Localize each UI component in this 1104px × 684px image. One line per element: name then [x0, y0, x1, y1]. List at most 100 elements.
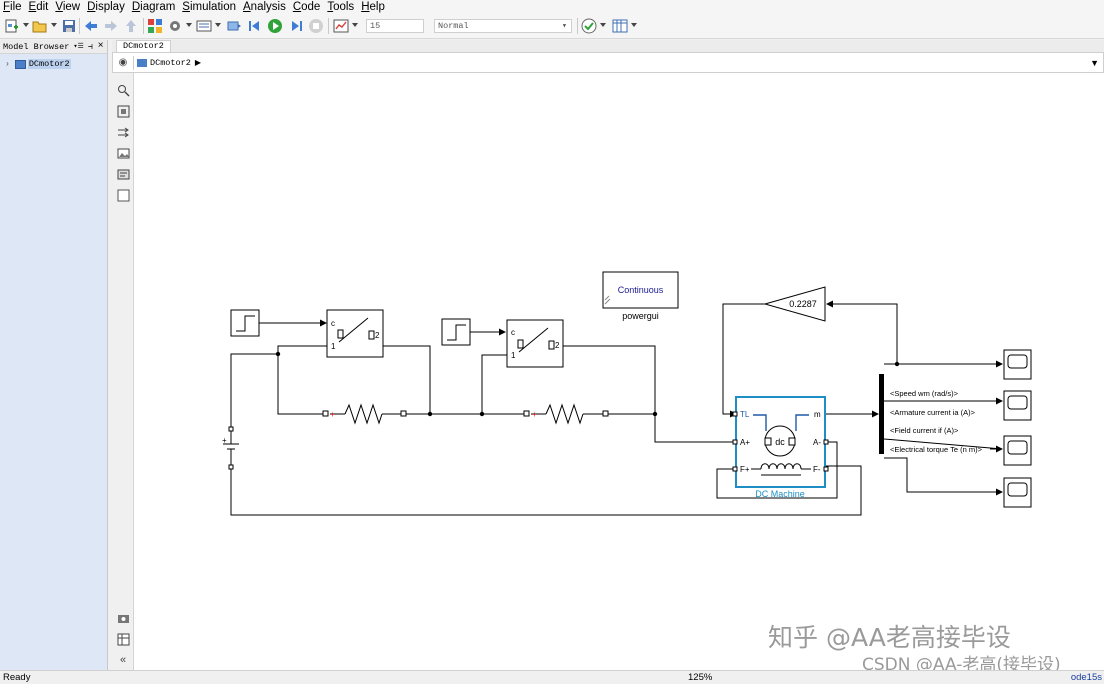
menu-help[interactable]: Help — [358, 0, 389, 14]
timing-icon[interactable] — [611, 17, 629, 35]
run-icon[interactable] — [266, 17, 284, 35]
machine-name: DC Machine — [755, 489, 805, 499]
menu-code[interactable]: Code — [290, 0, 325, 14]
menu-tools[interactable]: Tools — [324, 0, 358, 14]
back-icon[interactable] — [82, 17, 100, 35]
menu-analysis[interactable]: Analysis — [240, 0, 290, 14]
model-canvas[interactable]: c 1 2 c 1 2 + + + Continuous powergui 0.… — [134, 73, 1104, 670]
open-icon[interactable] — [31, 17, 49, 35]
stop-time-input[interactable]: 15 — [366, 19, 424, 33]
menu-file[interactable]: File — [0, 0, 26, 14]
port-f-plus-label: F+ — [740, 465, 750, 474]
port-1-label: 1 — [331, 342, 336, 351]
breaker-block-1[interactable]: c 1 2 — [326, 309, 384, 358]
address-bar: ◉ DCmotor2 ▶ ▼ — [112, 52, 1104, 73]
scope-block-4[interactable] — [1003, 477, 1032, 508]
step-block-2[interactable] — [441, 318, 471, 346]
powergui-mode: Continuous — [618, 285, 664, 295]
source-positive-wire — [230, 353, 278, 430]
menu-dropdown-icon[interactable]: ▾☰ — [73, 42, 84, 51]
step-block-1[interactable] — [230, 309, 260, 337]
zoom-icon[interactable] — [116, 83, 130, 97]
source-plus-label: + — [222, 436, 227, 445]
forward-icon[interactable] — [102, 17, 120, 35]
breaker-block-2[interactable]: c 1 2 — [506, 319, 564, 368]
gain-value: 0.2287 — [789, 299, 817, 309]
solver-link[interactable]: ode15s — [1071, 671, 1102, 684]
machine-symbol: dc — [775, 437, 785, 447]
table-icon[interactable] — [116, 632, 130, 646]
build-icon[interactable] — [225, 17, 243, 35]
port-c-label: c — [331, 319, 335, 328]
scope-block-3[interactable] — [1003, 435, 1032, 466]
scope-block-1[interactable] — [1003, 349, 1032, 380]
menu-simulation[interactable]: Simulation — [179, 0, 240, 14]
model-advisor-icon[interactable] — [580, 17, 598, 35]
simulation-mode-value: Normal — [438, 21, 469, 31]
status-bar: Ready 125% ode15s — [0, 670, 1104, 684]
switch2-output-wire — [563, 345, 737, 443]
scope-block-2[interactable] — [1003, 390, 1032, 421]
annotation-icon[interactable] — [116, 167, 130, 181]
breadcrumb[interactable]: DCmotor2 — [150, 58, 191, 68]
area-icon[interactable] — [116, 188, 130, 202]
menu-diagram[interactable]: Diagram — [129, 0, 179, 14]
fit-view-icon[interactable] — [116, 104, 130, 118]
chevron-down-icon: ▾ — [561, 21, 567, 31]
library-browser-icon[interactable] — [146, 17, 164, 35]
port-2-label: 2 — [375, 331, 380, 340]
tree-item-label: DCmotor2 — [27, 59, 71, 69]
model-icon — [137, 58, 147, 67]
chevron-down-icon[interactable]: ▼ — [1090, 58, 1099, 68]
model-browser-header: Model Browser ▾☰ ⊣ × — [0, 40, 107, 54]
dc-voltage-source[interactable]: + — [222, 426, 239, 470]
port-m-label: m — [814, 410, 821, 419]
resistor-block-2[interactable]: + — [523, 403, 609, 425]
step-back-icon[interactable] — [246, 17, 264, 35]
hide-explorer-icon[interactable]: ◉ — [113, 57, 133, 68]
port-f-minus-label: F- — [813, 465, 821, 474]
powergui-block[interactable]: Continuous powergui — [602, 271, 679, 321]
switch1-input-wire — [277, 345, 327, 415]
bus-signal-armature-current: <Armature current ia (A)> — [890, 408, 976, 417]
zoom-level: 125% — [688, 672, 713, 683]
save-icon[interactable] — [60, 17, 78, 35]
menu-edit[interactable]: Edit — [26, 0, 53, 14]
tree-item-dcmotor2[interactable]: › DCmotor2 — [0, 58, 107, 70]
resistor-block-1[interactable]: + — [322, 403, 407, 425]
menu-display[interactable]: Display — [84, 0, 129, 14]
model-explorer-icon[interactable] — [195, 17, 213, 35]
pin-icon[interactable]: ⊣ — [88, 42, 93, 52]
step-forward-icon[interactable] — [287, 17, 305, 35]
bus-selector-block[interactable]: <Speed wm (rad/s)> <Armature current ia … — [879, 374, 983, 454]
palette-toolbar: « — [112, 73, 134, 670]
new-model-icon[interactable] — [3, 17, 21, 35]
bus-signal-electrical-torque: <Electrical torque Te (n m)> — [890, 445, 983, 454]
up-icon[interactable] — [122, 17, 140, 35]
bus-signal-field-current: <Field current if (A)> — [890, 426, 959, 435]
screenshot-icon[interactable] — [116, 611, 130, 625]
expand-arrow-icon[interactable]: › — [5, 60, 10, 69]
tab-dcmotor2[interactable]: DCmotor2 — [116, 40, 171, 52]
bus-signal-4-wire — [884, 457, 1003, 496]
dc-machine-block[interactable]: TL m A+ A- F+ F- dc DC Machine — [732, 396, 829, 499]
model-icon — [14, 59, 26, 69]
status-text: Ready — [3, 672, 31, 683]
breadcrumb-arrow-icon: ▶ — [194, 58, 201, 67]
toolbar: 15 Normal ▾ — [0, 14, 1104, 39]
model-config-icon[interactable] — [166, 17, 184, 35]
menu-view[interactable]: View — [52, 0, 84, 14]
data-inspector-icon[interactable] — [332, 17, 350, 35]
simulation-mode-select[interactable]: Normal ▾ — [434, 19, 572, 33]
stop-icon[interactable] — [307, 17, 325, 35]
editor-tabs: DCmotor2 — [112, 40, 1104, 52]
image-icon[interactable] — [116, 146, 130, 160]
gain-block[interactable]: 0.2287 — [763, 286, 826, 322]
port-a-plus-label: A+ — [740, 438, 750, 447]
port-a-minus-label: A- — [813, 438, 821, 447]
collapse-icon[interactable]: « — [116, 653, 130, 667]
close-icon[interactable]: × — [98, 41, 104, 52]
model-browser-panel: Model Browser ▾☰ ⊣ × › DCmotor2 — [0, 40, 108, 670]
switch1-output-wire — [383, 345, 431, 415]
arrow-icon[interactable] — [116, 125, 130, 139]
